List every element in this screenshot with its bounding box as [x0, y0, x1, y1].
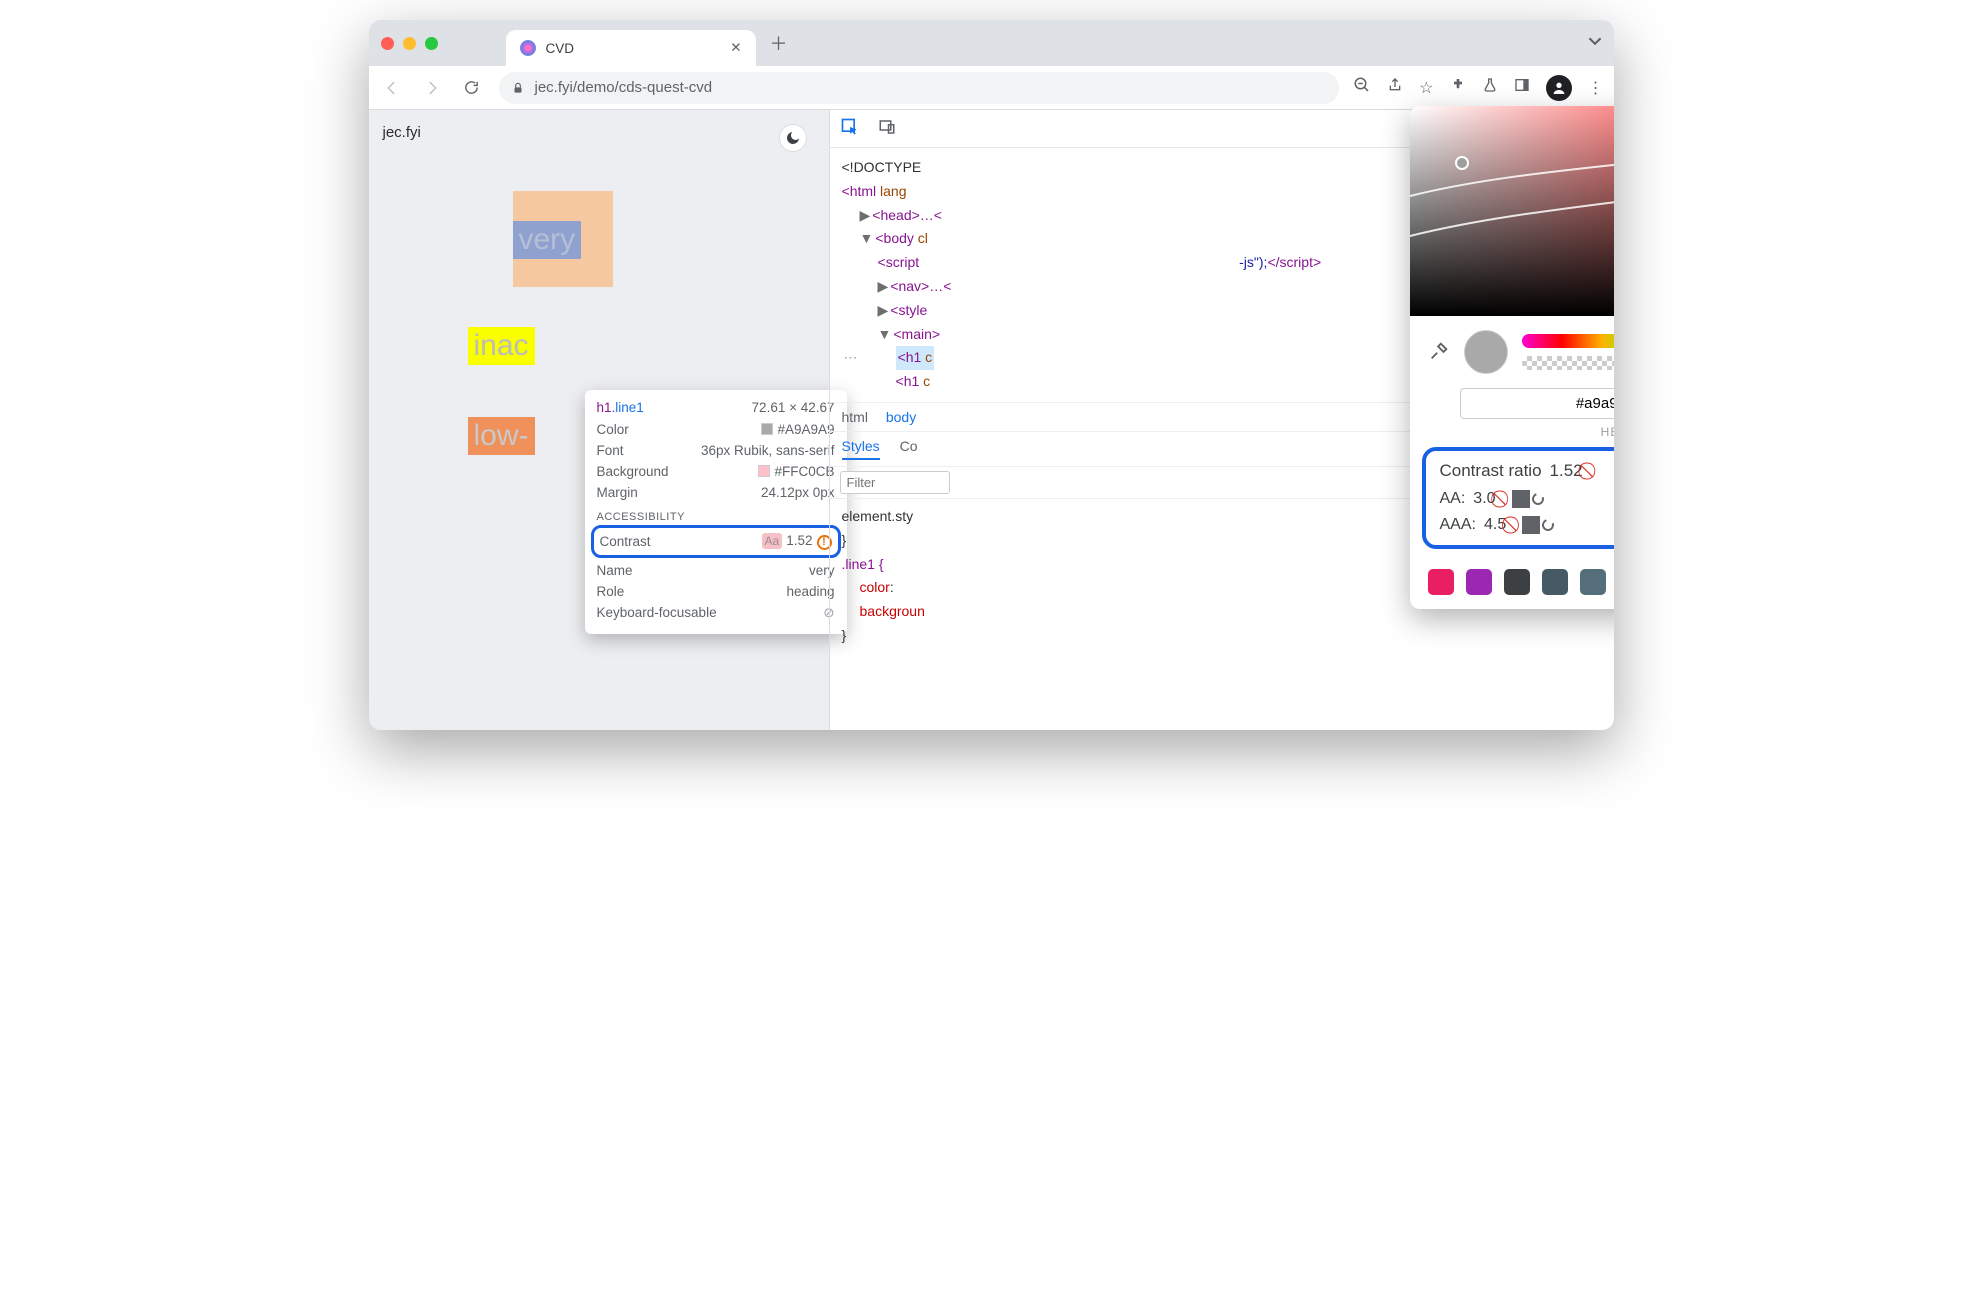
tooltip-role-label: Role — [597, 584, 625, 599]
zoom-out-icon[interactable] — [1353, 76, 1371, 99]
tooltip-contrast-label: Contrast — [600, 534, 651, 549]
back-button[interactable] — [379, 75, 405, 101]
tooltip-a11y-header: ACCESSIBILITY — [597, 511, 835, 523]
tab-styles[interactable]: Styles — [842, 438, 880, 460]
hue-slider[interactable] — [1522, 334, 1614, 348]
rendered-page: jec.fyi very inac low- h1.line1 72.61 × … — [369, 110, 829, 730]
tooltip-role-value: heading — [786, 584, 834, 599]
tooltip-font-label: Font — [597, 443, 624, 458]
eyedropper-icon[interactable] — [1428, 340, 1450, 365]
refresh-icon — [1530, 491, 1546, 507]
refresh-icon — [1540, 517, 1556, 533]
color-handle[interactable] — [1455, 156, 1469, 170]
crumb-html[interactable]: html — [842, 409, 868, 425]
window-controls — [381, 37, 438, 50]
url-text: jec.fyi/demo/cds-quest-cvd — [535, 79, 713, 96]
alpha-slider[interactable] — [1522, 356, 1614, 370]
bookmark-icon[interactable]: ☆ — [1419, 78, 1433, 98]
palette-swatch[interactable] — [1428, 569, 1454, 595]
browser-tab[interactable]: CVD ✕ — [506, 30, 756, 66]
dark-mode-toggle[interactable] — [779, 124, 807, 152]
aaa-swatch-icon — [1522, 516, 1540, 534]
side-panel-icon[interactable] — [1514, 77, 1530, 98]
tooltip-bg-value: #FFC0CB — [774, 464, 834, 479]
forward-button[interactable] — [419, 75, 445, 101]
favicon-icon — [520, 40, 536, 56]
inspect-element-icon[interactable] — [840, 117, 860, 140]
new-tab-button[interactable]: ＋ — [764, 28, 794, 58]
lock-icon — [511, 81, 525, 95]
code-brace-2: } — [842, 624, 1602, 648]
contrast-value: 1.52 — [1550, 461, 1583, 481]
page-title: jec.fyi — [383, 124, 815, 141]
aa-row: AA:3.0⃠ — [1440, 489, 1555, 509]
demo-text-2: inac — [468, 327, 535, 365]
tooltip-margin-label: Margin — [597, 485, 638, 500]
color-picker-popover: ▲▼ HEX Contrast ratio 1.52 ⃠ AA:3.0⃠ AAA… — [1410, 106, 1614, 609]
tooltip-color-label: Color — [597, 422, 629, 437]
aa-badge: Aa — [762, 533, 783, 549]
profile-avatar[interactable] — [1546, 75, 1572, 101]
extensions-icon[interactable] — [1450, 77, 1466, 98]
crumb-body[interactable]: body — [886, 409, 916, 425]
zoom-window-icon[interactable] — [425, 37, 438, 50]
inspect-tooltip: h1.line1 72.61 × 42.67 Color #A9A9A9 Font… — [585, 390, 847, 634]
tab-computed[interactable]: Co — [900, 438, 918, 460]
demo-text-1: very — [513, 221, 582, 259]
palette-swatch[interactable] — [1466, 569, 1492, 595]
hex-input[interactable] — [1460, 388, 1613, 419]
hex-label: HEX — [1410, 425, 1614, 439]
saturation-value-field[interactable] — [1410, 106, 1614, 316]
color-palette: ▲▼ — [1410, 559, 1614, 609]
contrast-label: Contrast ratio — [1440, 461, 1542, 481]
labs-icon[interactable] — [1482, 77, 1498, 98]
styles-filter-input[interactable] — [840, 471, 950, 494]
share-icon[interactable] — [1387, 77, 1403, 98]
tooltip-contrast-value: 1.52 — [786, 533, 812, 548]
moon-icon — [785, 130, 801, 146]
tooltip-kf-label: Keyboard-focusable — [597, 605, 717, 620]
tooltip-font-value: 36px Rubik, sans-serif — [701, 443, 835, 458]
palette-swatch[interactable] — [1504, 569, 1530, 595]
address-bar[interactable]: jec.fyi/demo/cds-quest-cvd — [499, 72, 1340, 104]
contrast-section-highlight: Contrast ratio 1.52 ⃠ AA:3.0⃠ AAA:4.5⃠ A… — [1422, 447, 1614, 549]
tooltip-color-value: #A9A9A9 — [777, 422, 834, 437]
demo-text-3: low- — [468, 417, 535, 455]
aa-swatch-icon — [1512, 490, 1530, 508]
toolbar-right: ☆ ⋮ — [1353, 75, 1603, 101]
browser-window: CVD ✕ ＋ jec.fyi/demo/cds-quest-cvd ☆ ⋮ — [369, 20, 1614, 730]
tooltip-selector: h1.line1 — [597, 400, 644, 415]
tooltip-name-label: Name — [597, 563, 633, 578]
minimize-window-icon[interactable] — [403, 37, 416, 50]
device-toolbar-icon[interactable] — [878, 118, 896, 139]
devtools-panel: ⋮ ✕ <!DOCTYPE <html lang ▶<head>…< ▼<bod… — [829, 110, 1614, 730]
palette-swatch[interactable] — [1580, 569, 1606, 595]
toolbar: jec.fyi/demo/cds-quest-cvd ☆ ⋮ — [369, 66, 1614, 110]
tab-overflow-icon[interactable] — [1588, 34, 1602, 53]
palette-swatch[interactable] — [1542, 569, 1568, 595]
tab-strip: CVD ✕ ＋ — [369, 20, 1614, 66]
demo-block-1: very — [513, 191, 613, 287]
aaa-row: AAA:4.5⃠ — [1440, 515, 1555, 535]
reload-button[interactable] — [459, 75, 485, 101]
tooltip-margin-value: 24.12px 0px — [761, 485, 835, 500]
tooltip-dimensions: 72.61 × 42.67 — [752, 400, 835, 415]
close-tab-icon[interactable]: ✕ — [730, 40, 741, 56]
tooltip-bg-label: Background — [597, 464, 669, 479]
tooltip-contrast-highlight: Contrast Aa1.52! — [591, 525, 841, 558]
close-window-icon[interactable] — [381, 37, 394, 50]
contrast-curve-icon — [1410, 106, 1614, 316]
menu-icon[interactable]: ⋮ — [1588, 78, 1604, 98]
current-color-swatch — [1464, 330, 1508, 374]
tab-title: CVD — [546, 41, 575, 56]
content-area: jec.fyi very inac low- h1.line1 72.61 × … — [369, 110, 1614, 730]
